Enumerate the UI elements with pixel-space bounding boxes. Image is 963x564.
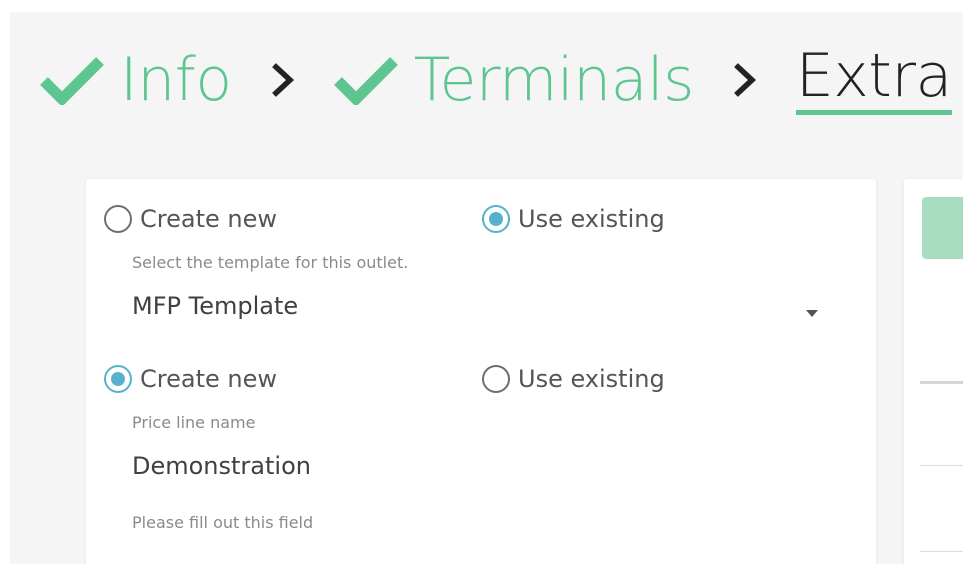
wizard-stepper: Info Terminals Extra — [40, 40, 952, 120]
settings-card: Create new Use existing Select the templ… — [86, 179, 876, 564]
price-line-use-existing-radio[interactable] — [482, 365, 510, 393]
divider — [920, 381, 963, 384]
step-extra[interactable]: Extra — [795, 46, 952, 115]
template-mode-radio-group: Create new Use existing — [104, 199, 844, 239]
template-create-new-radio[interactable] — [104, 205, 132, 233]
divider — [920, 465, 963, 466]
caret-down-icon[interactable] — [806, 310, 818, 317]
price-line-use-existing-option[interactable]: Use existing — [482, 359, 665, 399]
template-use-existing-label: Use existing — [518, 205, 665, 233]
price-line-create-new-option[interactable]: Create new — [104, 359, 277, 399]
check-icon — [40, 57, 104, 105]
price-line-name-label: Price line name — [132, 413, 256, 432]
divider — [920, 551, 963, 552]
page: Info Terminals Extra Create new Use exis… — [10, 12, 963, 564]
template-create-new-option[interactable]: Create new — [104, 199, 277, 239]
template-select[interactable]: MFP Template — [132, 292, 298, 320]
validation-message: Please fill out this field — [132, 513, 314, 532]
price-line-create-new-label: Create new — [140, 365, 277, 393]
side-card — [904, 179, 963, 564]
chevron-right-icon — [734, 63, 756, 97]
check-icon — [333, 57, 398, 105]
template-helper-text: Select the template for this outlet. — [132, 253, 409, 272]
side-action-button[interactable] — [922, 197, 963, 259]
template-create-new-label: Create new — [140, 205, 277, 233]
price-line-create-new-radio[interactable] — [104, 365, 132, 393]
step-extra-label: Extra — [795, 46, 952, 115]
chevron-right-icon — [271, 63, 294, 97]
template-use-existing-radio[interactable] — [482, 205, 510, 233]
price-line-name-input[interactable]: Demonstration — [132, 452, 311, 480]
price-line-mode-radio-group: Create new Use existing — [104, 359, 844, 399]
step-info-label: Info — [120, 45, 232, 115]
template-use-existing-option[interactable]: Use existing — [482, 199, 665, 239]
price-line-use-existing-label: Use existing — [518, 365, 665, 393]
step-terminals[interactable]: Terminals — [333, 45, 695, 115]
step-info[interactable]: Info — [40, 50, 232, 110]
step-terminals-label: Terminals — [413, 45, 695, 115]
